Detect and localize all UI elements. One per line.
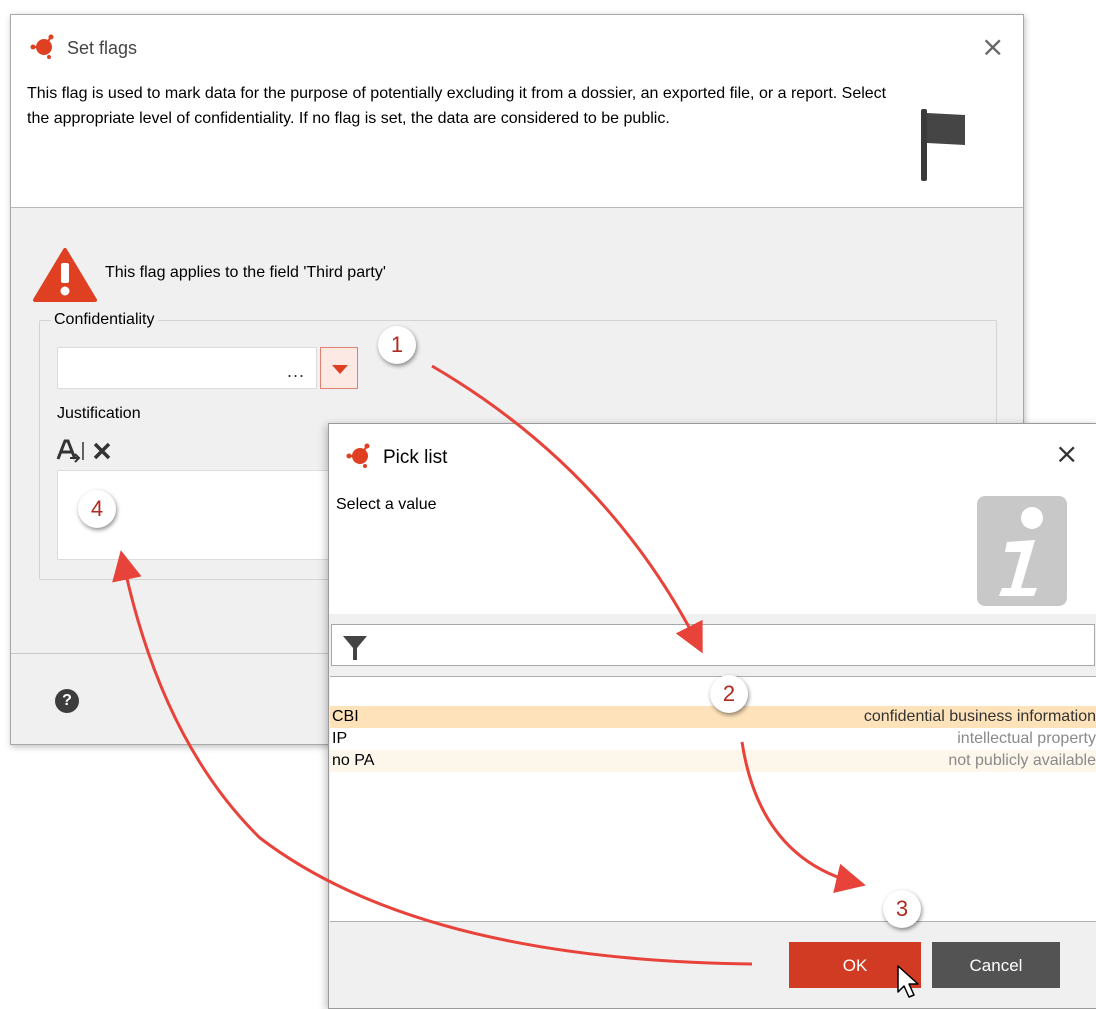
warning-text: This flag applies to the field 'Third pa… [105,263,386,281]
item-description: not publicly available [948,752,1096,769]
warning-icon [33,247,97,308]
warning-row: This flag applies to the field 'Third pa… [33,247,386,308]
close-icon[interactable]: × [1055,440,1078,468]
callout-3: 3 [883,890,921,928]
item-code: no PA [332,752,375,769]
browse-dots[interactable]: ... [287,361,305,382]
callout-2: 2 [710,675,748,713]
dropdown-arrow-icon[interactable] [320,347,358,389]
item-description: intellectual property [957,730,1096,747]
list-item[interactable]: IP intellectual property [330,728,1096,750]
item-code: CBI [332,708,359,725]
pick-list-title-bar: Pick list [345,442,447,473]
clear-icon[interactable] [92,441,112,466]
confidentiality-field[interactable] [57,347,317,389]
dialog-title: Set flags [67,38,138,58]
list-item[interactable]: CBI confidential business information [330,706,1096,728]
text-format-icon[interactable] [56,439,86,468]
pick-list-subtitle: Select a value [336,496,437,513]
app-logo-icon [29,33,55,64]
help-icon[interactable]: ? [55,689,79,713]
flag-icon [919,107,967,188]
dialog-description: This flag is used to mark data for the p… [27,85,887,127]
pick-list-dialog: Pick list × Select a value CBI confident… [328,423,1096,1009]
justification-label: Justification [57,405,141,422]
pick-list-table: CBI confidential business information IP… [330,676,1096,922]
pick-list-title: Pick list [383,446,448,468]
callout-4: 4 [78,490,116,528]
close-icon[interactable]: × [981,33,1004,61]
filter-icon [341,634,369,667]
cursor-icon [896,964,924,1005]
dialog-title-bar: Set flags [29,33,137,64]
confidentiality-label: Confidentiality [51,311,158,329]
dialog-header: Set flags × This flag is used to mark da… [11,15,1023,208]
app-logo-icon [345,442,371,473]
justification-toolbar [56,439,112,468]
list-item[interactable]: no PA not publicly available [330,750,1096,772]
item-code: IP [332,730,348,747]
item-description: confidential business information [863,708,1096,725]
cancel-button[interactable]: Cancel [932,942,1060,988]
callout-1: 1 [378,326,416,364]
pick-list-header: Pick list × Select a value [329,424,1096,614]
info-icon [977,496,1067,606]
filter-input[interactable] [331,624,1095,666]
